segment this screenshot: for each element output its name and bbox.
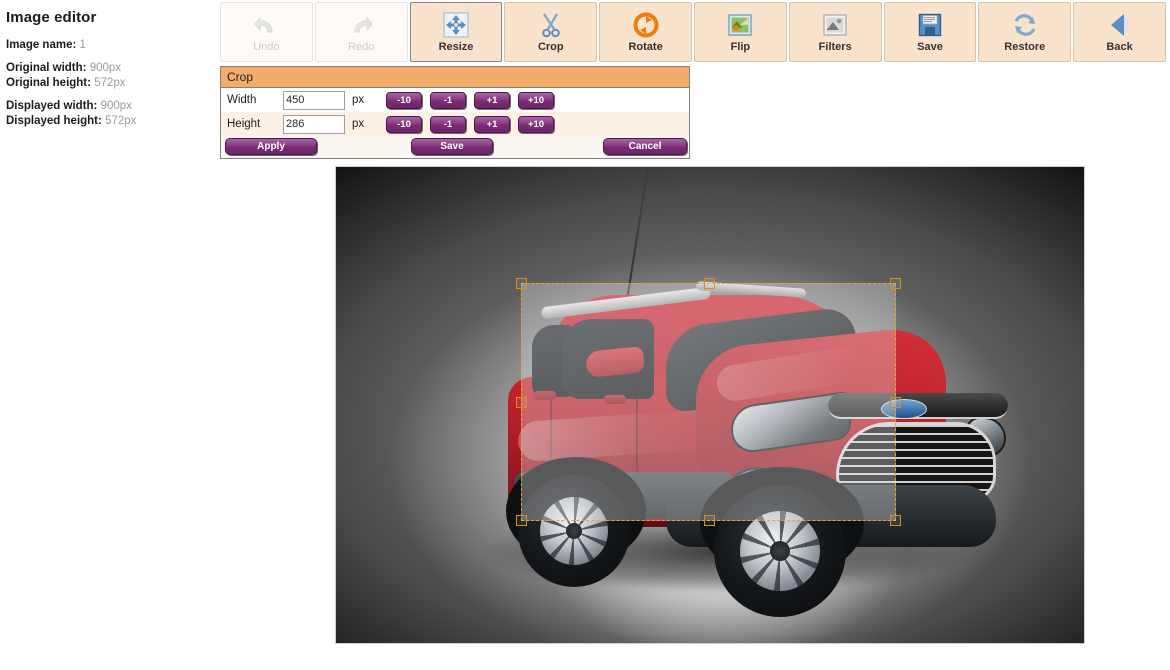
undo-icon — [251, 12, 281, 38]
flip-icon — [725, 12, 755, 38]
info-displayed-height: Displayed height: 572px — [6, 114, 214, 128]
crop-panel-title: Crop — [221, 67, 689, 88]
crop-height-minus-1[interactable]: -1 — [430, 115, 466, 133]
toolbar-button-rotate[interactable]: Rotate — [599, 2, 692, 62]
toolbar-button-filters[interactable]: Filters — [788, 2, 882, 62]
toolbar-button-resize[interactable]: Resize — [409, 2, 503, 62]
crop-selection-box[interactable] — [516, 278, 901, 526]
info-label: Original width: — [6, 62, 87, 74]
toolbar-button-undo[interactable]: Undo — [220, 2, 313, 62]
crop-height-input[interactable] — [283, 114, 345, 134]
filters-icon — [820, 12, 850, 38]
crop-width-minus-10[interactable]: -10 — [386, 91, 422, 109]
toolbar-button-label: Back — [1106, 40, 1133, 53]
info-label: Original height: — [6, 77, 91, 89]
toolbar-button-label: Filters — [818, 40, 852, 53]
info-displayed-width: Displayed width: 900px — [6, 99, 214, 113]
crop-width-label: Width — [227, 94, 257, 106]
info-label: Displayed width: — [6, 100, 98, 112]
crop-height-plus-10[interactable]: +10 — [518, 115, 554, 133]
crop-height-row: Height px -10 -1 +1 +10 — [221, 112, 689, 136]
resize-icon — [441, 12, 471, 38]
crop-handle-ne[interactable] — [890, 278, 901, 289]
back-icon — [1105, 12, 1135, 38]
crop-icon — [536, 12, 566, 38]
crop-handle-nw[interactable] — [516, 278, 527, 289]
toolbar-button-label: Rotate — [628, 40, 663, 53]
crop-handle-e[interactable] — [890, 397, 901, 408]
toolbar-button-save[interactable]: Save — [883, 2, 977, 62]
toolbar-button-label: Undo — [253, 40, 280, 53]
page-title: Image editor — [6, 9, 97, 26]
crop-handle-w[interactable] — [516, 397, 527, 408]
crop-height-label: Height — [227, 118, 261, 130]
crop-width-row: Width px -10 -1 +1 +10 — [221, 88, 689, 112]
info-value: 900px — [89, 62, 122, 74]
info-image-name: Image name: 1 — [6, 38, 214, 52]
crop-height-plus-1[interactable]: +1 — [474, 115, 510, 133]
crop-handle-n[interactable] — [703, 278, 715, 289]
image-editor-app: Image editor Image name: 1 Original widt… — [0, 0, 1170, 670]
toolbar-button-label: Crop — [537, 40, 564, 53]
restore-icon — [1010, 12, 1040, 38]
info-value: 572px — [94, 77, 126, 89]
rotate-icon — [631, 12, 661, 38]
crop-width-steppers: -10 -1 +1 +10 — [386, 91, 554, 109]
toolbar: Undo Redo Resize Crop Rotate Flip Filter… — [220, 2, 1168, 64]
crop-width-plus-10[interactable]: +10 — [518, 91, 554, 109]
crop-handle-s[interactable] — [703, 515, 715, 526]
crop-panel-actions: Apply Save Cancel — [221, 136, 689, 158]
redo-icon — [346, 12, 376, 38]
toolbar-button-restore[interactable]: Restore — [978, 2, 1072, 62]
toolbar-button-label: Resize — [438, 40, 474, 53]
info-value: 900px — [100, 100, 132, 112]
toolbar-button-label: Flip — [730, 40, 751, 53]
crop-width-unit: px — [352, 94, 365, 106]
crop-width-input[interactable] — [283, 90, 345, 110]
sidebar: Image editor Image name: 1 Original widt… — [0, 0, 214, 129]
crop-width-minus-1[interactable]: -1 — [430, 91, 466, 109]
toolbar-button-crop[interactable]: Crop — [504, 2, 598, 62]
crop-panel: Crop Width px -10 -1 +1 +10 Height px -1… — [220, 66, 690, 159]
car-hub-front — [770, 541, 790, 561]
crop-height-steppers: -10 -1 +1 +10 — [386, 115, 554, 133]
info-value: 1 — [79, 39, 86, 51]
crop-width-plus-1[interactable]: +1 — [474, 91, 510, 109]
crop-height-unit: px — [352, 118, 365, 130]
info-label: Displayed height: — [6, 115, 102, 127]
cancel-button[interactable]: Cancel — [603, 138, 687, 155]
save-icon — [915, 12, 945, 38]
toolbar-button-label: Redo — [348, 40, 375, 53]
info-label: Image name: — [6, 39, 77, 51]
toolbar-button-label: Save — [917, 40, 943, 53]
info-original-height: Original height: 572px — [6, 76, 214, 90]
save-button[interactable]: Save — [411, 138, 493, 155]
car-hub-rear — [566, 523, 582, 539]
apply-button[interactable]: Apply — [225, 138, 317, 155]
toolbar-button-label: Restore — [1004, 40, 1046, 53]
crop-height-minus-10[interactable]: -10 — [386, 115, 422, 133]
toolbar-button-redo[interactable]: Redo — [314, 2, 408, 62]
info-value: 572px — [105, 115, 137, 127]
crop-handle-sw[interactable] — [516, 515, 527, 526]
crop-handle-se[interactable] — [890, 515, 901, 526]
image-canvas[interactable] — [335, 166, 1085, 644]
info-original-width: Original width: 900px — [6, 61, 214, 75]
toolbar-button-back[interactable]: Back — [1073, 2, 1166, 62]
toolbar-button-flip[interactable]: Flip — [693, 2, 787, 62]
